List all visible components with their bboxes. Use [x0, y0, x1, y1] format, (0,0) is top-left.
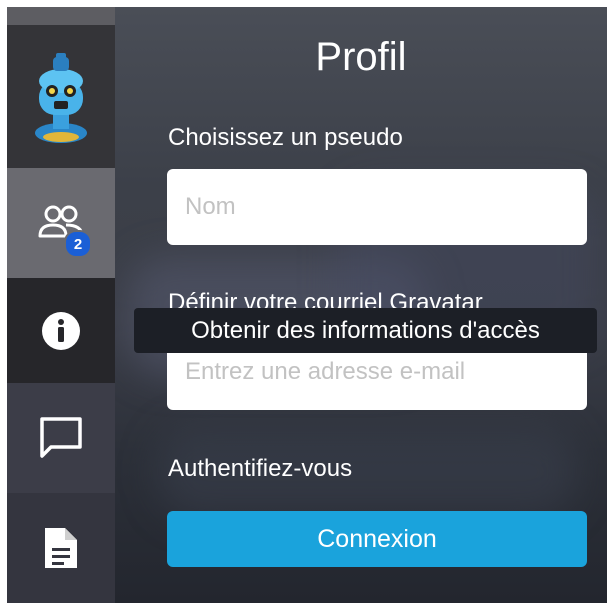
chat-icon [40, 417, 82, 458]
document-icon [45, 528, 77, 568]
info-tooltip: Obtenir des informations d'accès [134, 308, 597, 353]
nickname-input[interactable] [167, 169, 587, 245]
sidebar: 2 [7, 7, 115, 603]
nickname-label: Choisissez un pseudo [168, 124, 403, 151]
auth-label: Authentifiez-vous [168, 455, 353, 482]
sidebar-top-strip [7, 7, 115, 25]
info-icon [42, 311, 80, 350]
app-window: 2 Profil Choisissez un pseudo Nom Défini… [7, 7, 607, 603]
sidebar-item-chat[interactable] [7, 383, 115, 493]
sidebar-item-info[interactable] [7, 278, 115, 383]
page-title: Profil [315, 35, 407, 79]
sidebar-item-document[interactable] [7, 493, 115, 603]
login-button[interactable]: Connexion [167, 511, 587, 567]
sidebar-item-avatar[interactable] [7, 25, 115, 168]
users-count-badge: 2 [64, 230, 92, 258]
sidebar-item-users[interactable] [7, 168, 115, 278]
robot-avatar-icon [35, 52, 87, 143]
